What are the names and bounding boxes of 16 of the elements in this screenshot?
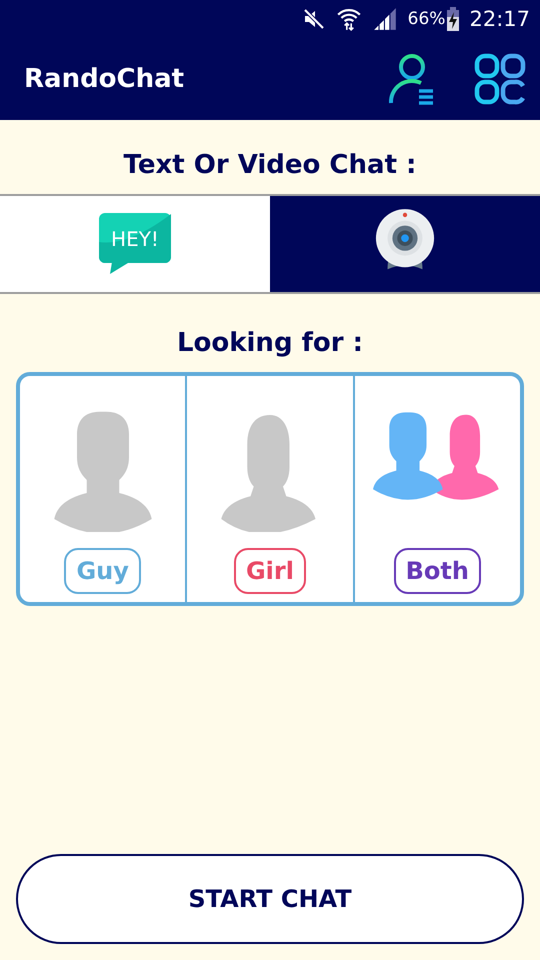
gender-button[interactable]: Girl [234, 548, 306, 594]
clock: 22:17 [469, 7, 530, 31]
battery-icon [447, 7, 460, 31]
video-chat-tab[interactable] [270, 196, 540, 292]
apps-icon[interactable] [474, 53, 526, 105]
wifi-icon [336, 6, 362, 32]
app-title: RandoChat [24, 64, 186, 94]
battery-percent: 66% [408, 9, 446, 29]
gender-button[interactable]: Both [394, 548, 481, 594]
signal-icon [372, 6, 398, 32]
start-chat-button[interactable]: START CHAT [16, 854, 524, 944]
mute-icon [302, 7, 326, 31]
gender-button[interactable]: Guy [64, 548, 141, 594]
section-heading: Text Or Video Chat : [122, 150, 418, 180]
text-chat-tab[interactable]: HEY! [0, 196, 270, 292]
section-heading: Looking for : [176, 328, 364, 358]
